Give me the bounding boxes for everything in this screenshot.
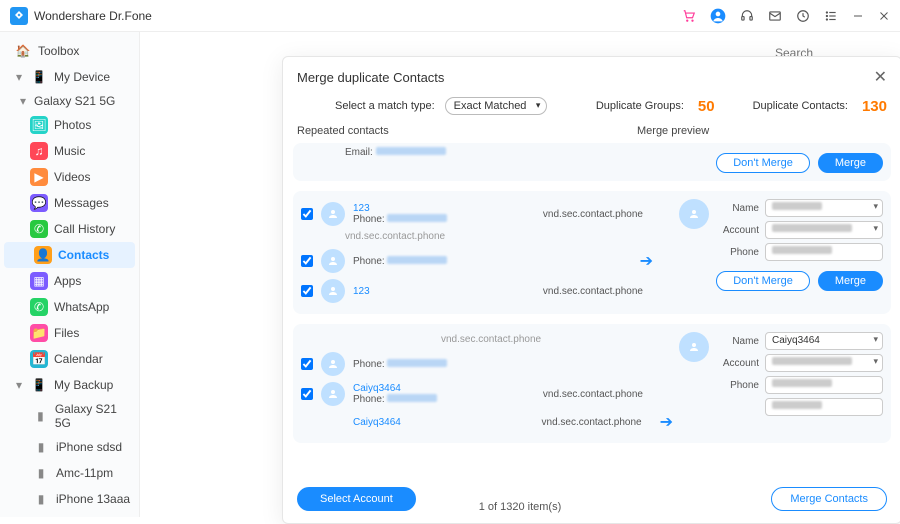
chevron-down-icon: ▾ [14, 70, 24, 84]
account-type-text: vnd.sec.contact.phone [441, 332, 673, 349]
backup-icon: 📱 [30, 376, 48, 394]
phone-icon: ▮ [32, 407, 49, 425]
sidebar-my-device[interactable]: ▾📱My Device [0, 64, 139, 90]
match-type-select[interactable]: Exact Matched [445, 97, 548, 115]
repeated-contact-row[interactable]: 123 vnd.sec.contact.phone [301, 276, 673, 306]
sidebar-messages[interactable]: 💬Messages [0, 190, 139, 216]
preview-name-select[interactable]: Caiyq3464 [765, 332, 883, 350]
arrow-right-icon: ➔ [640, 251, 653, 271]
repeated-contact-row[interactable]: 123Phone: vnd.sec.contact.phone [301, 199, 673, 229]
contact-checkbox[interactable] [301, 388, 313, 400]
repeated-contact-row[interactable]: Caiyq3464Phone: vnd.sec.contact.phone [301, 379, 673, 409]
history-icon[interactable] [796, 9, 810, 23]
sidebar-files[interactable]: 📁Files [0, 320, 139, 346]
avatar-icon [321, 249, 345, 273]
arrow-right-icon: ➔ [660, 412, 673, 432]
device-icon: 📱 [30, 68, 48, 86]
modal-title: Merge duplicate Contacts [297, 70, 874, 85]
duplicate-groups-count: 50 [698, 98, 715, 115]
sidebar-backup-item[interactable]: ▮Galaxy S21 5G [0, 398, 139, 434]
videos-icon: ▶ [30, 168, 48, 186]
calendar-icon: 📅 [30, 350, 48, 368]
call-icon: ✆ [30, 220, 48, 238]
mail-icon[interactable] [768, 9, 782, 23]
dont-merge-button[interactable]: Don't Merge [716, 271, 810, 291]
avatar-icon [321, 352, 345, 376]
sidebar-calendar[interactable]: 📅Calendar [0, 346, 139, 372]
repeated-contact-row[interactable]: Phone: ➔ [301, 246, 673, 276]
preview-account-select[interactable] [765, 221, 883, 239]
pager-status: 1 of 1320 item(s) [140, 501, 900, 513]
home-icon: 🏠 [14, 42, 32, 60]
preview-phone-field[interactable] [765, 243, 883, 261]
minimize-button[interactable] [852, 10, 864, 22]
modal-close-button[interactable]: ✕ [874, 67, 887, 87]
duplicate-contacts-count: 130 [862, 98, 887, 115]
sidebar-call-history[interactable]: ✆Call History [0, 216, 139, 242]
account-type-text: vnd.sec.contact.phone [345, 229, 673, 246]
phone-icon: ▮ [32, 490, 50, 508]
sidebar-my-backup[interactable]: ▾📱My Backup [0, 372, 139, 398]
headset-icon[interactable] [740, 9, 754, 23]
sidebar-backup-item[interactable]: ▮iPhone sdsd [0, 434, 139, 460]
dont-merge-button[interactable]: Don't Merge [716, 153, 810, 173]
whatsapp-icon: ✆ [30, 298, 48, 316]
contact-email-row: Email: [301, 147, 673, 173]
files-icon: 📁 [30, 324, 48, 342]
music-icon: ♫ [30, 142, 48, 160]
contact-checkbox[interactable] [301, 358, 313, 370]
sidebar-apps[interactable]: ▦Apps [0, 268, 139, 294]
avatar-icon [321, 382, 345, 406]
avatar-icon [679, 199, 709, 229]
duplicate-contacts-label: Duplicate Contacts: [753, 100, 848, 112]
sidebar-photos[interactable]: 🖼Photos [0, 112, 139, 138]
phone-icon: ▮ [32, 464, 50, 482]
list-icon[interactable] [824, 9, 838, 23]
app-logo [10, 7, 28, 25]
sidebar-contacts[interactable]: 👤Contacts [4, 242, 135, 268]
sidebar-toolbox[interactable]: 🏠Toolbox [0, 38, 139, 64]
avatar-icon [321, 279, 345, 303]
preview-account-select[interactable] [765, 354, 883, 372]
preview-phone-field[interactable] [765, 376, 883, 394]
account-icon[interactable] [710, 8, 726, 24]
chevron-down-icon: ▾ [14, 378, 24, 392]
sidebar-videos[interactable]: ▶Videos [0, 164, 139, 190]
avatar-icon [679, 332, 709, 362]
sidebar-backup-item[interactable]: ▮iPhone 12 mini [0, 512, 139, 517]
sidebar: 🏠Toolbox ▾📱My Device ▾Galaxy S21 5G 🖼Pho… [0, 32, 140, 517]
repeated-contact-row[interactable]: Caiyq3464 vnd.sec.contact.phone ➔ [301, 409, 673, 435]
contact-checkbox[interactable] [301, 285, 313, 297]
merge-button[interactable]: Merge [818, 271, 883, 291]
messages-icon: 💬 [30, 194, 48, 212]
sidebar-backup-item[interactable]: ▮iPhone 13aaa [0, 486, 139, 512]
merge-preview-header: Merge preview [637, 125, 887, 137]
sidebar-backup-item[interactable]: ▮Amc-11pm [0, 460, 139, 486]
duplicate-groups-label: Duplicate Groups: [596, 100, 684, 112]
repeated-contact-row[interactable]: Phone: [301, 349, 673, 379]
merge-button[interactable]: Merge [818, 153, 883, 173]
sidebar-device[interactable]: ▾Galaxy S21 5G [0, 90, 139, 112]
contact-checkbox[interactable] [301, 255, 313, 267]
contacts-icon: 👤 [34, 246, 52, 264]
avatar-icon [321, 202, 345, 226]
phone-icon: ▮ [32, 438, 50, 456]
sidebar-whatsapp[interactable]: ✆WhatsApp [0, 294, 139, 320]
preview-phone-field[interactable] [765, 398, 883, 416]
cart-icon[interactable] [682, 9, 696, 23]
close-button[interactable] [878, 10, 890, 22]
match-type-label: Select a match type: [335, 100, 435, 112]
sidebar-music[interactable]: ♫Music [0, 138, 139, 164]
merge-duplicates-modal: Merge duplicate Contacts ✕ Select a matc… [282, 56, 900, 524]
chevron-down-icon: ▾ [18, 94, 28, 108]
preview-name-select[interactable] [765, 199, 883, 217]
contact-checkbox[interactable] [301, 208, 313, 220]
apps-icon: ▦ [30, 272, 48, 290]
repeated-contacts-header: Repeated contacts [297, 125, 637, 137]
app-title: Wondershare Dr.Fone [34, 9, 682, 23]
photos-icon: 🖼 [30, 116, 48, 134]
